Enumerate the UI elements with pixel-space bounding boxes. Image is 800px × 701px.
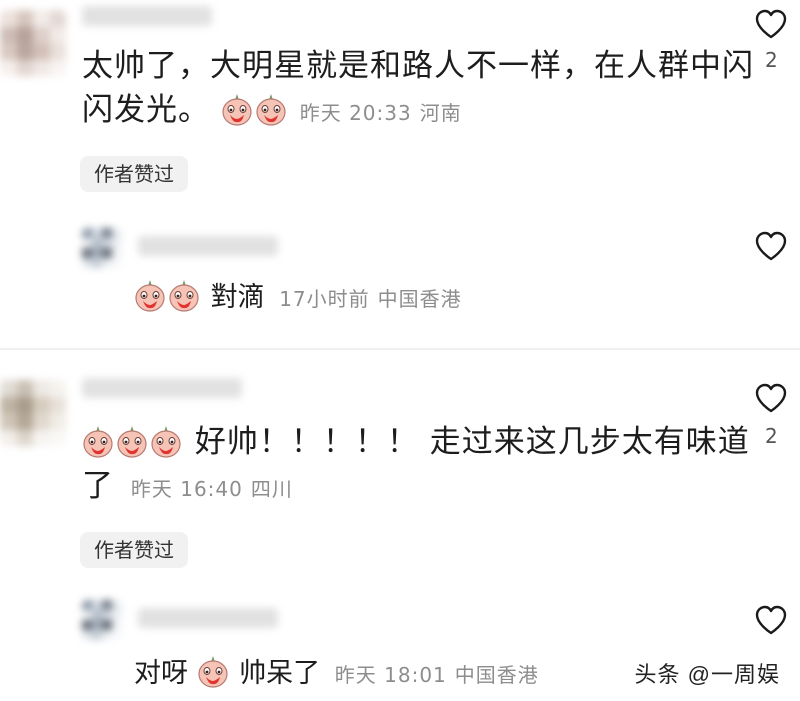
reply-time: 昨天 18:01 [334, 663, 447, 687]
reply-location: 中国香港 [454, 663, 539, 687]
reply-location: 中国香港 [377, 287, 462, 311]
comment-location: 河南 [419, 101, 462, 125]
reply-username[interactable] [138, 236, 278, 256]
facepalm-emoji-icon [168, 278, 200, 312]
username[interactable] [82, 6, 212, 26]
comment-text-line2: 了 [82, 468, 114, 504]
like-heart-icon[interactable] [754, 604, 788, 636]
reply-username[interactable] [138, 608, 278, 628]
facepalm-emoji-icon [116, 424, 148, 458]
comment-text: 太帅了，大明星就是和路人不一样，在人群中闪 闪发光。 昨天 20:33 河南 [82, 44, 754, 135]
like-count: 2 [765, 48, 778, 72]
comment-text-line1: 好帅！！！！！ 走过来这几步太有味道 [194, 424, 750, 460]
comment-meta: 昨天 16:40 四川 [131, 477, 301, 501]
like-heart-icon[interactable] [754, 8, 788, 40]
comment-meta: 昨天 20:33 河南 [300, 101, 470, 125]
comment-time: 昨天 20:33 [299, 101, 412, 125]
reply-text-b: 帅呆了 [239, 658, 321, 689]
reply-meta: 17小时前 中国香港 [279, 287, 469, 311]
comment-time: 昨天 16:40 [130, 477, 243, 501]
reply-text: 对呀 帅呆了 昨天 18:01 中国香港 [134, 654, 547, 695]
comment-text: 好帅！！！！！ 走过来这几步太有味道 了 昨天 16:40 四川 [82, 420, 750, 511]
comment-divider [0, 348, 800, 350]
reply-meta: 昨天 18:01 中国香港 [335, 663, 547, 687]
facepalm-emoji-icon [255, 92, 287, 126]
facepalm-emoji-icon [197, 654, 229, 688]
author-liked-badge: 作者赞过 [80, 532, 188, 568]
reply-avatar[interactable] [82, 600, 122, 640]
comment-text-line1: 太帅了，大明星就是和路人不一样，在人群中闪 [82, 48, 754, 84]
author-liked-badge: 作者赞过 [80, 156, 188, 192]
reply-text-content: 對滴 [210, 282, 265, 313]
comment-location: 四川 [250, 477, 293, 501]
facepalm-emoji-icon [134, 278, 166, 312]
facepalm-emoji-icon [221, 92, 253, 126]
facepalm-emoji-icon [82, 424, 114, 458]
like-heart-icon[interactable] [754, 230, 788, 262]
facepalm-emoji-icon [150, 424, 182, 458]
like-count: 2 [765, 424, 778, 448]
comment-text-line2: 闪发光。 [82, 92, 210, 128]
reply-text: 對滴 17小时前 中国香港 [134, 278, 470, 319]
username[interactable] [82, 378, 242, 398]
watermark: 头条 @一周娱 [634, 662, 780, 687]
reply-text-a: 对呀 [134, 658, 188, 689]
avatar[interactable] [0, 10, 66, 76]
reply-avatar[interactable] [82, 228, 122, 268]
like-heart-icon[interactable] [754, 382, 788, 414]
reply-time: 17小时前 [279, 287, 370, 311]
avatar[interactable] [0, 380, 66, 446]
